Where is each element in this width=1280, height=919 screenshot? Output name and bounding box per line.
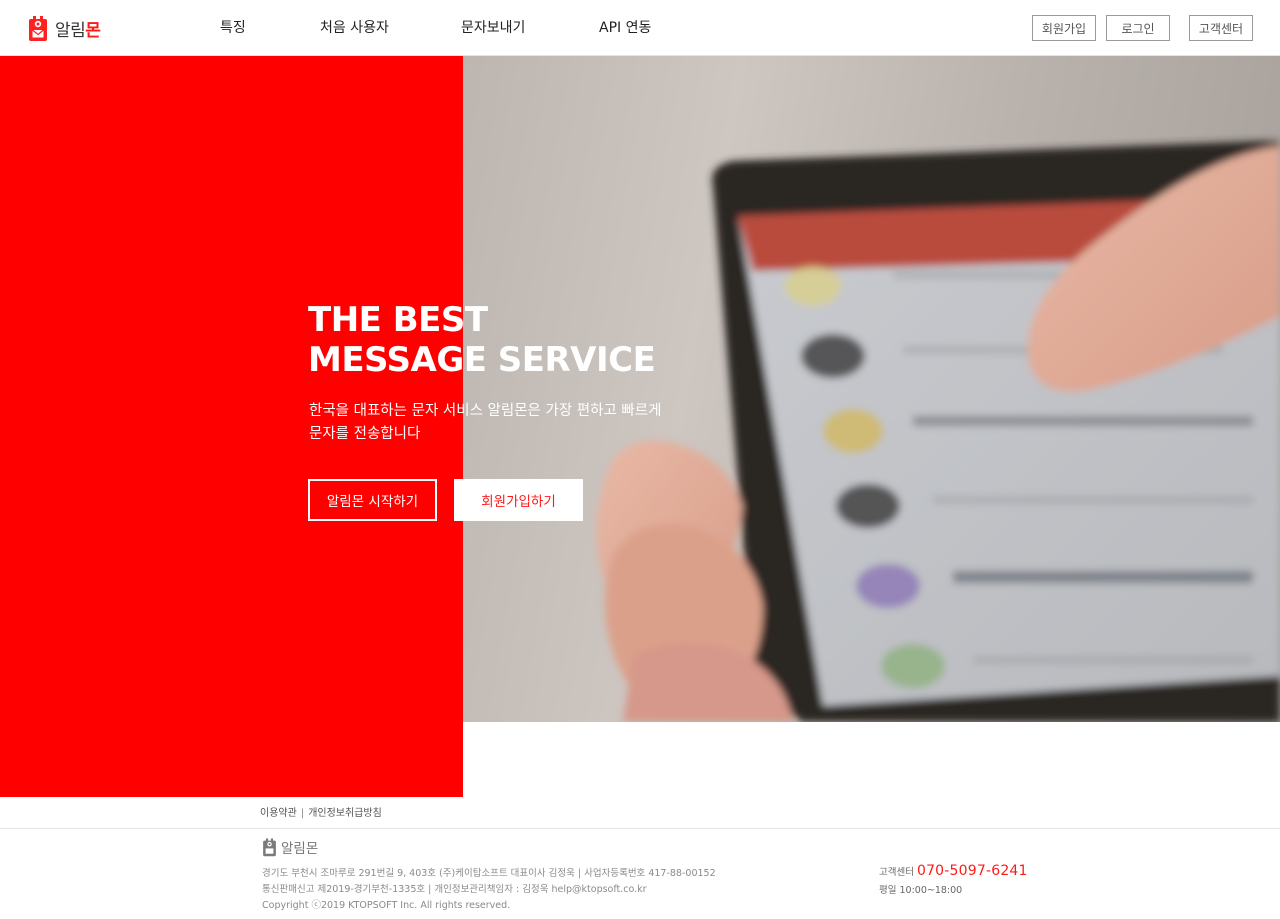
- hero-subtitle-line2: 문자를 전송합니다: [309, 426, 421, 442]
- signup-button[interactable]: 회원가입: [1032, 15, 1096, 41]
- cs-hours: 평일 10:00~18:00: [879, 885, 963, 896]
- company-info-line2: 통신판매신고 제2019-경기부천-1335호 | 개인정보관리책임자 : 김정…: [262, 884, 647, 895]
- footer-link-separator: |: [300, 808, 305, 819]
- privacy-policy-link[interactable]: 개인정보취급방침: [308, 808, 382, 819]
- hero-title-line1: THE BEST: [308, 300, 488, 340]
- robot-mail-logo-icon: [263, 838, 276, 857]
- logo-name-prefix: 알림: [55, 20, 86, 41]
- phone-in-hand-image: [596, 141, 1280, 722]
- robot-mail-logo-icon: [29, 16, 47, 41]
- site-header: 알림몬 특징 처음 사용자 문자보내기 API 연동 회원가입 로그인 고객센터: [0, 0, 1280, 56]
- hero-signup-button[interactable]: 회원가입하기: [454, 479, 583, 521]
- terms-link[interactable]: 이용약관: [260, 808, 297, 819]
- logo-wordmark: 알림몬: [55, 16, 101, 41]
- footer-links: 이용약관 | 개인정보취급방침: [260, 804, 382, 819]
- footer-logo-text: 알림몬: [281, 841, 319, 857]
- cs-phone-number[interactable]: 070-5097-6241: [917, 863, 1028, 879]
- hero-subtitle-line1: 한국을 대표하는 문자 서비스 알림몬은 가장 편하고 빠르게: [309, 403, 662, 419]
- logo-name-accent: 몬: [85, 20, 101, 41]
- footer-logo: 알림몬: [261, 836, 318, 858]
- company-info: 경기도 부천시 조마루로 291번길 9, 403호 (주)케이탑소프트 대표이…: [262, 866, 716, 914]
- support-button[interactable]: 고객센터: [1189, 15, 1253, 41]
- hero-title: THE BEST MESSAGE SERVICE: [308, 300, 808, 380]
- login-button[interactable]: 로그인: [1106, 15, 1170, 41]
- company-info-line1: 경기도 부천시 조마루로 291번길 9, 403호 (주)케이탑소프트 대표이…: [262, 868, 716, 879]
- hero-background-photo: [463, 56, 1280, 722]
- nav-api[interactable]: API 연동: [599, 17, 651, 37]
- hero-title-line2: MESSAGE SERVICE: [308, 340, 656, 380]
- start-alimmon-button[interactable]: 알림몬 시작하기: [308, 479, 437, 521]
- hero-subtitle: 한국을 대표하는 문자 서비스 알림몬은 가장 편하고 빠르게 문자를 전송합니…: [309, 400, 729, 446]
- nav-first-user[interactable]: 처음 사용자: [320, 17, 389, 37]
- copyright-text: Copyright ⓒ2019 KTOPSOFT Inc. All rights…: [262, 900, 511, 911]
- nav-send-message[interactable]: 문자보내기: [461, 17, 525, 37]
- site-logo[interactable]: 알림몬: [26, 12, 101, 44]
- nav-features[interactable]: 특징: [220, 17, 246, 37]
- customer-center: 고객센터 070-5097-6241: [879, 863, 1028, 879]
- footer-divider: [0, 828, 1280, 829]
- cs-label: 고객센터: [879, 867, 914, 878]
